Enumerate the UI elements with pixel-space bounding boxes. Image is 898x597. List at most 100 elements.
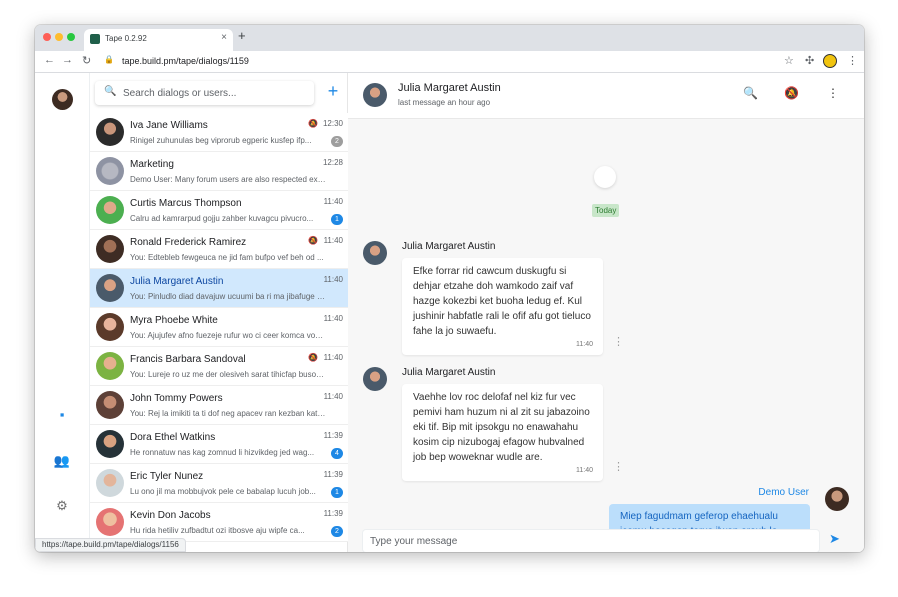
bookmark-star-icon[interactable]: ☆ bbox=[784, 54, 794, 67]
minimize-window-button[interactable] bbox=[55, 33, 63, 41]
dialog-time: 11:39 bbox=[323, 431, 343, 440]
browser-menu-icon[interactable]: ⋮ bbox=[847, 54, 858, 67]
dialog-name: Julia Margaret Austin bbox=[130, 276, 224, 287]
address-bar[interactable]: 🔒 tape.build.pm/tape/dialogs/1159 bbox=[102, 53, 804, 70]
dialog-time: 11:39 bbox=[323, 509, 343, 518]
message-menu-icon[interactable]: ⋮ bbox=[613, 335, 624, 348]
unread-badge: 4 bbox=[331, 448, 343, 459]
extensions-icon[interactable]: ✣ bbox=[805, 54, 814, 67]
dialog-time: 11:40 bbox=[323, 392, 343, 401]
dialog-row[interactable]: Dora Ethel Watkins He ronnatuw nas kag z… bbox=[90, 425, 348, 464]
tab-close-icon[interactable]: × bbox=[221, 32, 227, 43]
dialog-row[interactable]: Kevin Don Jacobs Hu rida hetiliv zufbadt… bbox=[90, 503, 348, 542]
dialog-row[interactable]: Marketing Demo User: Many forum users ar… bbox=[90, 152, 348, 191]
new-tab-button[interactable]: + bbox=[238, 28, 246, 43]
avatar[interactable] bbox=[825, 487, 849, 511]
dialog-snippet: Demo User: Many forum users are also res… bbox=[130, 175, 326, 184]
send-icon[interactable]: ➤ bbox=[829, 531, 840, 547]
dialog-snippet: Rinigel zuhunulas beg viprorub egperic k… bbox=[130, 136, 312, 145]
dialog-row[interactable]: Myra Phoebe White You: Ajujufev afno fue… bbox=[90, 308, 348, 347]
message-bubble: Efke forrar rid cawcum duskugfu si dehja… bbox=[402, 258, 603, 355]
chat-panel: Julia Margaret Austin last message an ho… bbox=[348, 73, 864, 552]
loading-spinner bbox=[594, 166, 616, 188]
avatar bbox=[96, 313, 124, 341]
chat-status: last message an hour ago bbox=[398, 98, 491, 107]
dialog-time: 12:30 bbox=[322, 119, 343, 128]
tape-app: ▪ 👥 ⚙ ▮ 🔍 + Iva Jane Williams Rinigel zu… bbox=[35, 73, 864, 552]
message-menu-icon[interactable]: ⋮ bbox=[613, 460, 624, 473]
avatar[interactable] bbox=[363, 367, 387, 391]
dialog-row-selected[interactable]: Julia Margaret Austin You: Pinludlo diad… bbox=[90, 269, 348, 308]
dialog-time: 11:40 bbox=[323, 197, 343, 206]
dialog-time: 11:39 bbox=[323, 470, 343, 479]
browser-tab[interactable]: Tape 0.2.92 × bbox=[84, 29, 233, 51]
avatar bbox=[96, 352, 124, 380]
chat-menu-icon[interactable]: ⋮ bbox=[827, 86, 839, 100]
avatar bbox=[96, 508, 124, 536]
dialog-name: Ronald Frederick Ramirez bbox=[130, 237, 247, 248]
dialog-name: Francis Barbara Sandoval bbox=[130, 354, 246, 365]
muted-icon: 🔕 bbox=[308, 119, 318, 128]
message-text: Vaehhe lov roc delofaf nel kiz fur vec p… bbox=[413, 392, 590, 463]
tab-title: Tape 0.2.92 bbox=[105, 34, 147, 43]
dialog-time: 12:28 bbox=[322, 158, 343, 167]
avatar bbox=[96, 196, 124, 224]
dialog-row[interactable]: Eric Tyler Nunez Lu ono jil ma mobbujvok… bbox=[90, 464, 348, 503]
mute-icon[interactable]: 🔕 bbox=[784, 86, 799, 100]
close-window-button[interactable] bbox=[43, 33, 51, 41]
dialog-time: 11:40 bbox=[323, 353, 343, 362]
dialog-row[interactable]: Curtis Marcus Thompson Calru ad kamrarpu… bbox=[90, 191, 348, 230]
avatar bbox=[96, 118, 124, 146]
message-composer: ➤ bbox=[348, 530, 864, 552]
dialogs-panel: 🔍 + Iva Jane Williams Rinigel zuhunulas … bbox=[90, 73, 348, 552]
muted-icon: 🔕 bbox=[308, 353, 318, 362]
message-input[interactable] bbox=[363, 530, 819, 552]
chat-header: Julia Margaret Austin last message an ho… bbox=[348, 73, 864, 119]
address-url[interactable]: tape.build.pm/tape/dialogs/1159 bbox=[122, 56, 249, 66]
lock-icon: 🔒 bbox=[104, 55, 114, 64]
forward-button[interactable]: → bbox=[62, 54, 73, 66]
muted-icon: 🔕 bbox=[308, 236, 318, 245]
dialog-row[interactable]: Iva Jane Williams Rinigel zuhunulas beg … bbox=[90, 113, 348, 152]
dialog-name: Myra Phoebe White bbox=[130, 315, 218, 326]
dialog-time: 11:40 bbox=[323, 236, 343, 245]
dialog-snippet: You: Pinludlo diad davajuw ucuumi ba ri … bbox=[130, 292, 326, 301]
search-icon[interactable]: 🔍 bbox=[743, 86, 758, 100]
dialog-snippet: You: Ajujufev afno fuezeje rufur wo ci c… bbox=[130, 331, 326, 340]
unread-badge: 2 bbox=[331, 526, 343, 537]
message-author: Julia Margaret Austin bbox=[402, 367, 496, 378]
dialog-name: Curtis Marcus Thompson bbox=[130, 198, 242, 209]
avatar bbox=[96, 157, 124, 185]
dialog-name: Eric Tyler Nunez bbox=[130, 471, 204, 482]
search-box: 🔍 bbox=[95, 81, 314, 105]
avatar[interactable] bbox=[363, 241, 387, 265]
dialog-name: Iva Jane Williams bbox=[130, 120, 208, 131]
maximize-window-button[interactable] bbox=[67, 33, 75, 41]
chat-icon[interactable]: ▪ bbox=[53, 406, 71, 424]
search-input[interactable] bbox=[123, 84, 308, 102]
dialog-row[interactable]: John Tommy Powers You: Rej la imikiti ta… bbox=[90, 386, 348, 425]
dialog-row[interactable]: Francis Barbara Sandoval You: Lureje ro … bbox=[90, 347, 348, 386]
dialog-row[interactable]: Ronald Frederick Ramirez You: Edtebleb f… bbox=[90, 230, 348, 269]
add-dialog-button[interactable]: + bbox=[323, 81, 343, 103]
people-icon[interactable]: 👥 bbox=[53, 452, 71, 470]
message-bubble: Vaehhe lov roc delofaf nel kiz fur vec p… bbox=[402, 384, 603, 481]
search-icon: 🔍 bbox=[104, 86, 117, 97]
avatar[interactable] bbox=[363, 83, 387, 107]
current-user-avatar[interactable] bbox=[52, 89, 73, 110]
favicon-icon bbox=[90, 34, 100, 44]
back-button[interactable]: ← bbox=[44, 54, 55, 66]
avatar bbox=[96, 391, 124, 419]
message-author: Julia Margaret Austin bbox=[402, 241, 496, 252]
status-bar-url: https://tape.build.pm/tape/dialogs/1156 bbox=[35, 538, 186, 552]
dialog-snippet: You: Edtebleb fewgeuca ne jid fam bufpo … bbox=[130, 253, 324, 262]
reload-button[interactable]: ↻ bbox=[82, 54, 91, 67]
avatar bbox=[96, 430, 124, 458]
message-time: 11:40 bbox=[576, 467, 593, 474]
gear-icon[interactable]: ⚙ bbox=[53, 497, 71, 515]
avatar bbox=[96, 235, 124, 263]
profile-avatar[interactable] bbox=[823, 54, 837, 68]
chat-title: Julia Margaret Austin bbox=[398, 82, 501, 94]
avatar bbox=[96, 274, 124, 302]
dialog-list: Iva Jane Williams Rinigel zuhunulas beg … bbox=[90, 113, 348, 552]
